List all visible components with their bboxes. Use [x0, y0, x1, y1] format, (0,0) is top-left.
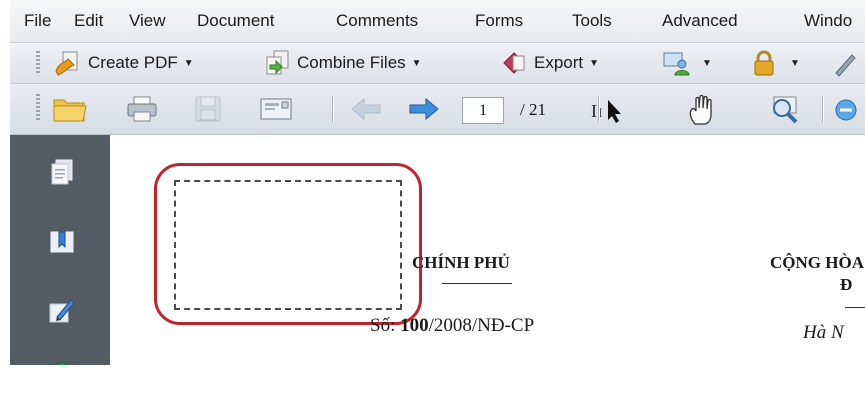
next-page-icon[interactable]: [408, 97, 440, 121]
bookmarks-icon[interactable]: [47, 227, 77, 257]
menu-file[interactable]: File: [24, 11, 51, 31]
select-tool-icon[interactable]: I I: [589, 96, 625, 124]
svg-text:I: I: [591, 101, 597, 121]
menu-view[interactable]: View: [129, 11, 166, 31]
highlight-circle: [154, 163, 422, 325]
government-title: CHÍNH PHỦ: [412, 253, 510, 272]
navigation-toolbar: I I: [10, 84, 865, 135]
toolbar-grip[interactable]: [36, 51, 40, 75]
menu-comments[interactable]: Comments: [336, 11, 418, 31]
title-underline: [442, 283, 512, 284]
email-icon[interactable]: [259, 96, 293, 122]
place-date: Hà N: [803, 322, 844, 343]
users-icon: [662, 49, 690, 77]
toolbar-separator: [598, 96, 599, 122]
menu-edit[interactable]: Edit: [74, 11, 103, 31]
decree-number: Số: 100/2008/NĐ-CP: [370, 315, 534, 337]
chevron-down-icon: ▼: [702, 57, 712, 69]
motto-heading: Đ: [840, 275, 853, 294]
zoom-tool-icon[interactable]: [768, 94, 802, 126]
pages-icon[interactable]: [47, 157, 77, 187]
menu-tools[interactable]: Tools: [572, 11, 612, 31]
combine-files-label: Combine Files: [297, 53, 406, 72]
chevron-down-icon: ▼: [589, 57, 600, 69]
page-number-input[interactable]: 1: [462, 97, 504, 124]
create-pdf-button[interactable]: Create PDF ▼: [54, 49, 194, 77]
menu-window[interactable]: Windo: [804, 11, 852, 31]
chevron-down-icon: ▼: [183, 57, 194, 69]
help-icon[interactable]: ?: [47, 360, 77, 365]
combine-files-icon: [263, 49, 291, 77]
decree-suffix: /2008/NĐ-CP: [428, 315, 535, 336]
decree-number-value: 100: [400, 315, 429, 336]
document-view[interactable]: CHÍNH PHỦ Số: 100/2008/NĐ-CP CỘNG HÒA Đ …: [110, 135, 865, 365]
menu-forms[interactable]: Forms: [475, 11, 523, 31]
menu-bar: File Edit View Document Comments Forms T…: [10, 0, 865, 43]
save-icon[interactable]: [193, 95, 223, 123]
acrobat-window: File Edit View Document Comments Forms T…: [10, 0, 865, 365]
zoom-out-icon[interactable]: [834, 98, 858, 122]
printer-icon[interactable]: [126, 95, 158, 123]
signatures-icon[interactable]: [47, 295, 77, 325]
toolbar-separator: [822, 96, 823, 122]
secure-button[interactable]: ▼: [750, 49, 800, 77]
lock-icon: [750, 49, 778, 77]
export-button[interactable]: Export ▼: [500, 49, 599, 77]
create-pdf-icon: [54, 49, 82, 77]
chevron-down-icon: ▼: [411, 57, 422, 69]
page-total: / 21: [520, 100, 546, 119]
navigation-panel: ?: [10, 135, 110, 365]
menu-document[interactable]: Document: [197, 11, 274, 31]
toolbar-grip[interactable]: [36, 94, 40, 122]
chevron-down-icon: ▼: [790, 57, 800, 69]
decree-prefix: Số:: [370, 315, 401, 336]
hand-tool-icon[interactable]: [686, 94, 720, 126]
collaborate-button[interactable]: ▼: [662, 49, 712, 77]
menu-advanced[interactable]: Advanced: [662, 11, 738, 31]
folder-open-icon[interactable]: [52, 94, 88, 124]
export-label: Export: [534, 53, 584, 72]
tasks-toolbar: Create PDF ▼ Combine Files ▼ Export ▼ ▼ …: [10, 43, 865, 84]
export-icon: [500, 49, 528, 77]
combine-files-button[interactable]: Combine Files ▼: [263, 49, 422, 77]
motto-underline: [845, 307, 865, 308]
sign-icon[interactable]: [832, 51, 858, 77]
republic-heading: CỘNG HÒA: [770, 253, 864, 272]
create-pdf-label: Create PDF: [88, 53, 178, 72]
previous-page-icon[interactable]: [350, 97, 382, 121]
toolbar-separator: [332, 96, 333, 122]
